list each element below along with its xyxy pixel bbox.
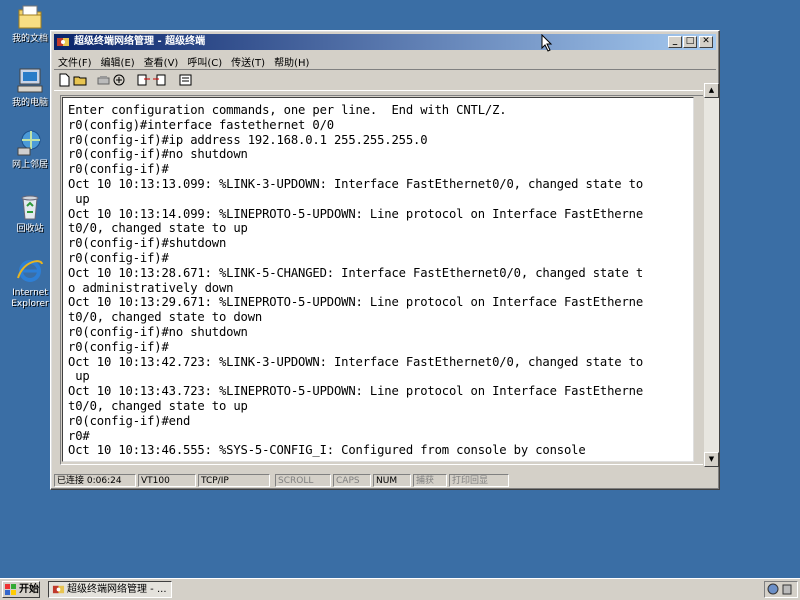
menu-bar: 文件(F) 编辑(E) 查看(V) 呼叫(C) 传送(T) 帮助(H) [54,52,716,69]
properties-icon[interactable] [178,73,193,87]
terminal-line: r0(config-if)#no shutdown [68,147,248,162]
terminal-line: t0/0, changed state to down [68,310,263,325]
terminal-line: t0/0, changed state to up [68,398,248,413]
new-icon[interactable] [57,73,72,87]
close-button[interactable]: ✕ [699,36,713,48]
menu-view[interactable]: 查看(V) [140,52,184,69]
send-icon[interactable] [136,73,151,87]
terminal-output: Enter configuration commands, one per li… [68,103,643,458]
window-title: 超级终端网络管理 - 超级终端 [74,36,206,47]
toolbar [54,69,716,91]
system-tray [764,581,798,598]
receive-icon[interactable] [152,73,167,87]
terminal-line: r0(config-if)#shutdown [68,236,227,251]
status-emulation: VT100 [138,474,196,487]
terminal-line: r0(config-if)# [68,339,169,354]
terminal-line: r0# [68,428,90,443]
open-icon[interactable] [73,73,88,87]
start-label: 开始 [19,584,39,595]
terminal-line: Oct 10 10:13:46.555: %SYS-5-CONFIG_I: Co… [68,443,586,458]
desktop-icon-label: 回收站 [16,224,44,234]
scroll-down-button[interactable]: ▼ [704,452,719,467]
internet-explorer-icon [15,256,45,286]
terminal-line: Oct 10 10:13:14.099: %LINEPROTO-5-UPDOWN… [68,206,643,221]
status-bar: 已连接 0:06:24 VT100 TCP/IP SCROLL CAPS NUM… [54,473,716,488]
desktop-icon-my-computer[interactable]: 我的电脑 [6,66,54,109]
my-computer-icon [15,66,45,96]
status-connected: 已连接 0:06:24 [54,474,136,487]
hyperterminal-app-icon [56,35,70,49]
call-icon[interactable] [112,73,127,87]
desktop-icon-my-documents[interactable]: 我的文档 [6,2,54,45]
menu-file[interactable]: 文件(F) [54,52,97,69]
status-scroll: SCROLL [275,474,331,487]
terminal-line: t0/0, changed state to up [68,221,248,236]
terminal-line: Oct 10 10:13:13.099: %LINK-3-UPDOWN: Int… [68,176,643,191]
status-echo: 打印回显 [449,474,509,487]
desktop-icon-network-places[interactable]: 网上邻居 [6,128,54,171]
title-bar[interactable]: 超级终端网络管理 - 超级终端 _ □ ✕ [54,34,716,50]
terminal-line: Oct 10 10:13:42.723: %LINK-3-UPDOWN: Int… [68,354,643,369]
my-documents-icon [15,2,45,32]
terminal-line: Oct 10 10:13:43.723: %LINEPROTO-5-UPDOWN… [68,384,643,399]
terminal-line: r0(config-if)# [68,250,169,265]
desktop-icon-label: 我的电脑 [11,98,48,108]
terminal-frame: Enter configuration commands, one per li… [60,95,706,465]
desktop-icon-label: 网上邻居 [11,160,48,170]
maximize-button[interactable]: □ [683,36,697,48]
terminal-line: r0(config-if)#no shutdown [68,324,248,339]
menu-transfer[interactable]: 传送(T) [227,52,270,69]
status-caps: CAPS [333,474,371,487]
hyperterminal-app-icon [52,583,65,596]
taskbar: 开始 超级终端网络管理 - ... [0,578,800,600]
desktop-icon-label: Internet Explorer [11,288,49,309]
taskbar-item-hyperterminal[interactable]: 超级终端网络管理 - ... [48,581,172,598]
status-num: NUM [373,474,411,487]
tray-icons [767,583,792,595]
desktop-icon-label: 我的文档 [11,34,48,44]
vertical-scrollbar[interactable]: ▲ ▼ [703,83,719,467]
scroll-up-button[interactable]: ▲ [704,83,719,98]
terminal-line: Oct 10 10:13:29.671: %LINEPROTO-5-UPDOWN… [68,295,643,310]
terminal-line: r0(config-if)#ip address 192.168.0.1 255… [68,132,428,147]
terminal-line: o administratively down [68,280,234,295]
recycle-bin-icon [15,192,45,222]
windows-logo-icon [5,584,17,595]
taskbar-item-label: 超级终端网络管理 - ... [67,584,167,595]
terminal-line: r0(config-if)#end [68,413,191,428]
mouse-cursor-icon [541,33,553,52]
terminal-line: Oct 10 10:13:28.671: %LINK-5-CHANGED: In… [68,265,643,280]
hyperterminal-window: 超级终端网络管理 - 超级终端 _ □ ✕ 文件(F) 编辑(E) 查看(V) 呼叫(… [50,30,720,490]
terminal-line: up [68,191,90,206]
disconnect-icon[interactable] [96,73,111,87]
terminal-line: r0(config-if)# [68,162,169,177]
desktop-icon-recycle-bin[interactable]: 回收站 [6,192,54,235]
minimize-button[interactable]: _ [668,36,682,48]
menu-call[interactable]: 呼叫(C) [183,52,227,69]
terminal-screen[interactable]: Enter configuration commands, one per li… [62,97,694,462]
terminal-line: r0(config)#interface fastethernet 0/0 [68,117,334,132]
terminal-line: up [68,369,90,384]
status-capture: 捕获 [413,474,447,487]
desktop-icon-internet-explorer[interactable]: Internet Explorer [6,256,54,310]
start-button[interactable]: 开始 [2,581,40,598]
menu-edit[interactable]: 编辑(E) [97,52,140,69]
network-places-icon [15,128,45,158]
menu-help[interactable]: 帮助(H) [270,52,314,69]
status-protocol: TCP/IP [198,474,270,487]
terminal-line: Enter configuration commands, one per li… [68,103,507,117]
